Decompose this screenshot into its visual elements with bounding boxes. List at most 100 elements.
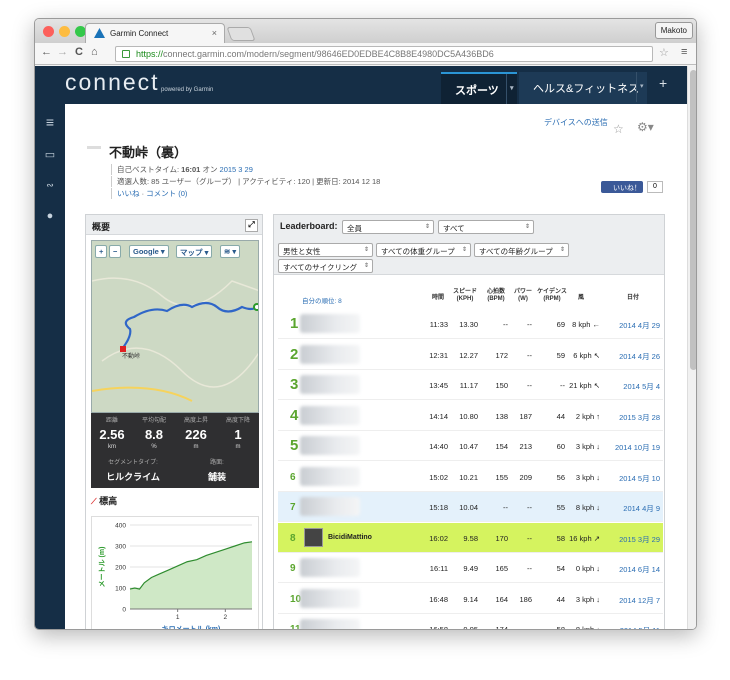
favorite-star-icon[interactable]: ☆: [613, 122, 624, 136]
blurred-athlete[interactable]: [300, 497, 360, 516]
table-row[interactable]: 5 14:40 10.47 154 213 60 3 kph ↓ 2014 10月 19: [278, 431, 663, 461]
expand-icon[interactable]: ⤢: [245, 219, 258, 232]
segment-type-value: ヒルクライム: [106, 472, 160, 482]
blurred-athlete[interactable]: [300, 588, 360, 608]
new-tab-button[interactable]: [226, 27, 256, 41]
date-cell[interactable]: 2014 12月 7: [619, 595, 660, 606]
reload-icon[interactable]: C: [75, 46, 83, 58]
send-to-device-link[interactable]: デバイスへの送信: [544, 117, 608, 128]
hr-cell: 164: [495, 594, 508, 604]
cadence-cell: 58: [556, 625, 565, 630]
date-cell[interactable]: 2015 3月 29: [619, 534, 660, 545]
date-cell[interactable]: 2014 5月 11: [620, 625, 660, 629]
blurred-athlete[interactable]: [300, 466, 360, 486]
nav-health-tab[interactable]: ヘルス&フィットネス ▾: [519, 72, 647, 104]
table-row[interactable]: 9 16:11 9.49 165 -- 54 0 kph ↓ 2014 6月 14: [278, 553, 663, 583]
leaderboard-header-row: 自分の順位: 8 時間 スピード (KPH) 心拍数 (BPM) パワー (W)…: [278, 279, 663, 309]
browser-tab[interactable]: Garmin Connect ×: [85, 23, 225, 43]
like-link[interactable]: いいね: [117, 189, 140, 198]
blurred-athlete[interactable]: [300, 405, 360, 425]
chevron-down-icon[interactable]: ▾: [506, 74, 517, 104]
table-row[interactable]: 4 14:14 10.80 138 187 44 2 kph ↑ 2015 3月 28: [278, 401, 663, 431]
filter-weight-select[interactable]: すべての体重グループ ⇕: [376, 243, 471, 257]
y-tick-label: 200: [115, 565, 126, 572]
zoom-out-button[interactable]: −: [109, 245, 122, 258]
page-scrollbar[interactable]: [687, 66, 696, 629]
my-rank-link[interactable]: 自分の順位: 8: [302, 295, 342, 305]
col-power[interactable]: パワー (W): [512, 289, 534, 303]
stat-unit: km: [108, 444, 116, 450]
blurred-athlete[interactable]: [300, 375, 360, 394]
col-cadence[interactable]: ケイデンス (RPM): [536, 289, 568, 303]
hamburger-menu-icon[interactable]: ≡: [35, 114, 65, 130]
blurred-athlete[interactable]: [300, 436, 360, 455]
col-speed[interactable]: スピード (KPH): [450, 289, 480, 303]
filter-cyclist-select[interactable]: すべてのサイクリング ⇕: [278, 259, 373, 273]
stat-elev-gain: 高度上昇 226 m: [175, 415, 217, 450]
date-cell[interactable]: 2014 5月 4: [623, 381, 660, 392]
comment-link[interactable]: コメント (0): [146, 189, 187, 198]
blurred-athlete[interactable]: [300, 558, 360, 577]
facebook-like-button[interactable]: いいね！: [601, 181, 643, 193]
chevron-down-icon[interactable]: ▾: [636, 72, 647, 102]
col-date[interactable]: 日付: [618, 295, 648, 302]
col-hr[interactable]: 心拍数 (BPM): [482, 289, 510, 303]
forward-arrow-icon[interactable]: →: [57, 46, 68, 58]
table-row[interactable]: 6 15:02 10.21 155 209 56 3 kph ↓ 2014 5月 10: [278, 462, 663, 492]
profile-user-icon[interactable]: ●: [35, 210, 65, 222]
profile-button[interactable]: Makoto: [654, 22, 693, 39]
date-cell[interactable]: 2015 3月 28: [619, 412, 660, 423]
map-provider-dropdown[interactable]: Google ▾: [129, 245, 169, 258]
table-row[interactable]: 1 11:33 13.30 -- -- 69 8 kph ← 2014 4月 29: [278, 309, 663, 339]
map-type-dropdown[interactable]: マップ ▾: [176, 245, 213, 258]
date-cell[interactable]: 2014 10月 19: [615, 442, 660, 453]
date-cell[interactable]: 2014 5月 10: [619, 473, 660, 484]
elevation-chart[interactable]: 0 100 200 300 400 1 2 キロメートル (km) メートル (m): [91, 516, 259, 629]
home-icon[interactable]: ⌂: [91, 46, 98, 58]
inbox-icon[interactable]: ▭: [35, 148, 65, 161]
table-row[interactable]: 11 16:58 9.05 174 -- 58 8 kph ↓ 2014 5月 11: [278, 614, 663, 630]
date-cell[interactable]: 2014 4月 9: [623, 503, 660, 514]
filter-time-select[interactable]: すべて ⇕: [438, 220, 534, 234]
table-row[interactable]: 10 16:48 9.14 164 186 44 3 kph ↓ 2014 12月 7: [278, 584, 663, 614]
bookmark-star-icon[interactable]: ☆: [659, 46, 669, 59]
add-icon[interactable]: +: [659, 75, 667, 91]
zoom-in-button[interactable]: +: [95, 245, 108, 258]
table-row[interactable]: 7 15:18 10.04 -- -- 55 8 kph ↓ 2014 4月 9: [278, 492, 663, 522]
x-tick-label: 1: [176, 614, 180, 621]
date-cell[interactable]: 2014 6月 14: [619, 564, 660, 575]
map-layers-dropdown[interactable]: ≋ ▾: [220, 245, 241, 258]
connect-logo[interactable]: connect: [65, 69, 160, 96]
gear-icon[interactable]: ⚙▾: [637, 120, 654, 134]
col-wind[interactable]: 風: [570, 295, 592, 302]
table-row[interactable]: 3 13:45 11.17 150 -- -- 21 kph ↖ 2014 5月 4: [278, 370, 663, 400]
date-cell[interactable]: 2014 4月 29: [619, 320, 660, 331]
minimize-window-button[interactable]: [59, 26, 70, 37]
filter-age-select[interactable]: すべての年齢グループ ⇕: [474, 243, 569, 257]
table-row[interactable]: 8 BicidiMattino 16:02 9.58 170 -- 58 16 kph ↗ 20…: [278, 522, 663, 553]
table-row[interactable]: 2 12:31 12.27 172 -- 59 6 kph ↖ 2014 4月 26: [278, 340, 663, 370]
blurred-athlete[interactable]: [300, 619, 360, 629]
blurred-athlete[interactable]: [300, 344, 360, 364]
col-time[interactable]: 時間: [426, 295, 450, 302]
filter-gender-select[interactable]: 男性と女性 ⇕: [278, 243, 373, 257]
close-window-button[interactable]: [43, 26, 54, 37]
time-cell: 13:45: [429, 381, 448, 390]
connections-icon[interactable]: ∾: [35, 180, 65, 191]
y-axis-label: メートル (m): [98, 547, 106, 588]
date-cell[interactable]: 2014 4月 26: [619, 351, 660, 362]
avatar[interactable]: [304, 527, 323, 547]
speed-cell: 9.14: [463, 594, 478, 604]
back-arrow-icon[interactable]: ←: [41, 46, 52, 58]
y-tick-label: 0: [122, 607, 126, 614]
blurred-athlete[interactable]: [300, 314, 360, 333]
menu-icon[interactable]: ≡: [681, 46, 687, 58]
segment-map[interactable]: + − Google ▾ マップ ▾ ≋ ▾ 不動峠: [91, 240, 259, 413]
address-bar[interactable]: https://connect.garmin.com/modern/segmen…: [115, 46, 653, 62]
best-time-date-link[interactable]: 2015 3 29: [220, 165, 253, 174]
scrollbar-thumb[interactable]: [690, 70, 696, 370]
filter-group-select[interactable]: 全員 ⇕: [342, 220, 434, 234]
tab-close-icon[interactable]: ×: [212, 28, 217, 38]
nav-sports-tab[interactable]: スポーツ ▾: [441, 72, 517, 104]
athlete-name[interactable]: BicidiMattino: [328, 534, 372, 541]
